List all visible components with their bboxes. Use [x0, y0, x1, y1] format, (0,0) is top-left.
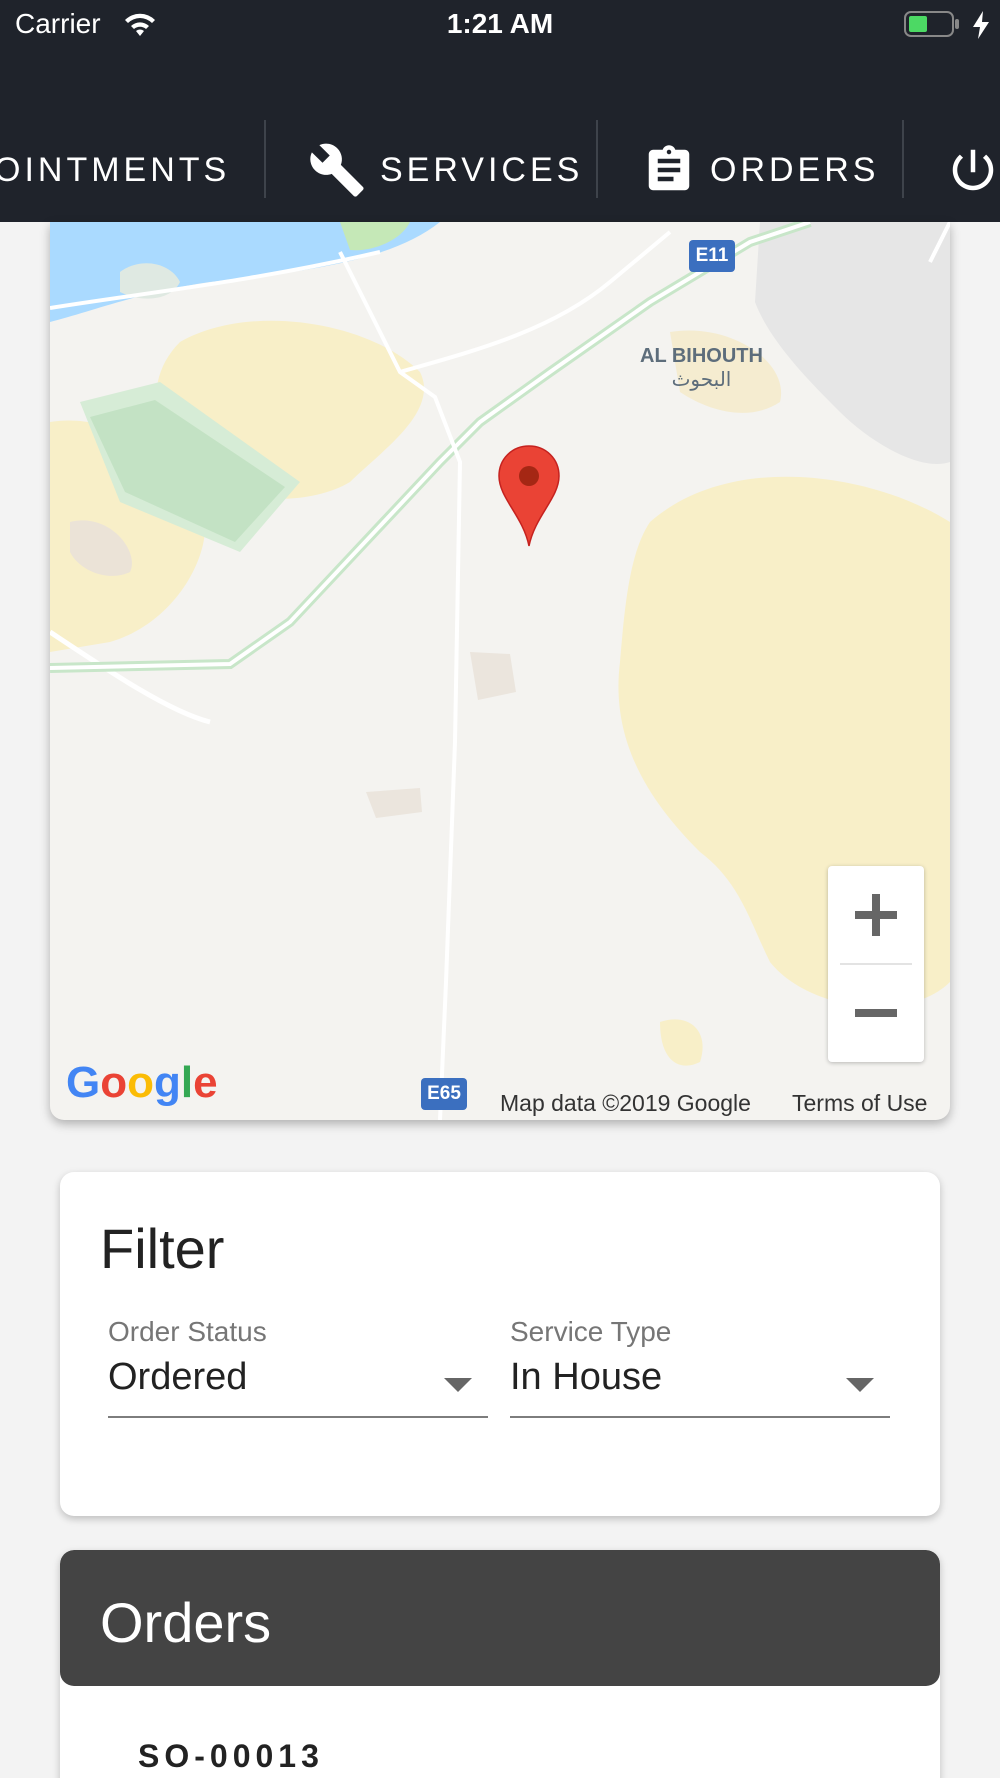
zoom-out-button[interactable] — [828, 964, 924, 1062]
nav-divider — [902, 120, 904, 198]
top-nav-bar: OINTMENTS SERVICES ORDERS — [0, 50, 1000, 222]
zoom-controls — [828, 866, 924, 1062]
nav-item-label: OINTMENTS — [0, 150, 231, 189]
map-place-name-arabic: البحوث — [671, 369, 732, 391]
order-list-item[interactable]: SO-00013 — [138, 1738, 324, 1775]
orders-title: Orders — [100, 1591, 272, 1654]
minus-icon — [855, 1009, 897, 1017]
filter-title: Filter — [100, 1217, 225, 1280]
map-tiles — [50, 222, 950, 1120]
nav-item-label: SERVICES — [380, 150, 584, 189]
terms-of-use-link[interactable]: Terms of Use — [792, 1090, 927, 1117]
map-view[interactable]: E11 AL BIHOUTH البحوث Google E65 Map dat… — [50, 222, 950, 1120]
service-type-value: In House — [510, 1356, 663, 1398]
nav-item-appointments[interactable]: OINTMENTS — [0, 140, 230, 200]
map-place-label: AL BIHOUTH البحوث — [640, 344, 763, 392]
road-badge-e65: E65 — [421, 1078, 467, 1110]
nav-divider — [596, 120, 598, 198]
service-type-label: Service Type — [510, 1316, 672, 1347]
google-logo: Google — [66, 1058, 218, 1107]
status-bar: Carrier 1:21 AM — [0, 0, 1000, 50]
map-pin-icon[interactable] — [497, 444, 561, 548]
nav-item-services[interactable]: SERVICES — [308, 140, 583, 200]
power-icon — [952, 149, 994, 191]
zoom-in-button[interactable] — [828, 866, 924, 964]
order-status-select[interactable]: Order Status Ordered — [108, 1316, 488, 1418]
road-badge-e11: E11 — [689, 240, 735, 272]
plus-icon — [855, 894, 897, 936]
order-status-label: Order Status — [108, 1316, 267, 1347]
map-place-name: AL BIHOUTH — [640, 345, 763, 367]
dropdown-arrow-icon — [444, 1378, 472, 1392]
dropdown-arrow-icon — [846, 1378, 874, 1392]
wrench-icon — [310, 143, 364, 197]
orders-card: Orders SO-00013 — [60, 1550, 940, 1778]
charging-bolt-icon — [973, 11, 989, 39]
battery-icon — [904, 11, 959, 37]
map-attribution: Map data ©2019 Google — [500, 1090, 751, 1116]
status-time: 1:21 AM — [446, 8, 554, 39]
nav-item-orders[interactable]: ORDERS — [642, 140, 879, 200]
nav-item-label: ORDERS — [710, 150, 880, 189]
nav-item-logout[interactable] — [946, 140, 1000, 200]
clipboard-icon — [648, 145, 690, 191]
order-status-value: Ordered — [108, 1356, 248, 1398]
nav-divider — [264, 120, 266, 198]
orders-header: Orders — [60, 1550, 940, 1686]
filter-card: Filter Order Status Ordered Service Type… — [60, 1172, 940, 1516]
service-type-select[interactable]: Service Type In House — [510, 1316, 890, 1418]
